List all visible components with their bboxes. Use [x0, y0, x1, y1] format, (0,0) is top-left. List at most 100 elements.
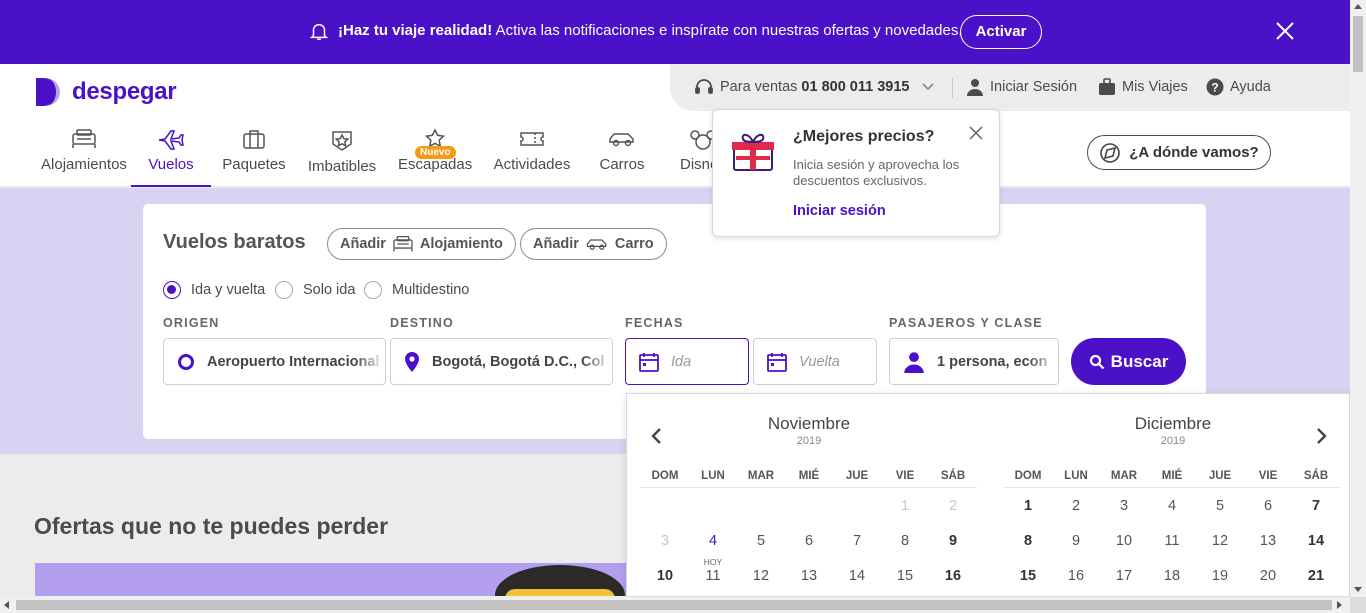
day-cell[interactable]: 17	[1100, 568, 1148, 584]
tab-paquetes[interactable]: Paquetes	[220, 124, 288, 187]
day-cell[interactable]: 8	[881, 533, 929, 549]
day-cell[interactable]: 7	[833, 533, 881, 549]
origin-input[interactable]: Aeropuerto Internacional	[163, 338, 386, 385]
day-cell[interactable]: 12	[1196, 533, 1244, 549]
day-cell[interactable]: 13	[785, 568, 833, 584]
day-cell[interactable]: 8	[1004, 533, 1052, 549]
day-cell[interactable]: 6	[1244, 498, 1292, 514]
weekday-label: JUE	[1208, 470, 1232, 482]
month-grid-november: DOM LUN MAR MIÉ JUE VIE SÁB 1 2 3 4 HOY 5 6 7 8 9 10 11 12 1…	[641, 464, 977, 593]
add-car-button[interactable]: Añadir Carro	[520, 228, 667, 260]
login-link[interactable]: Iniciar Sesión	[966, 78, 1077, 96]
day-cell[interactable]: 19	[1196, 568, 1244, 584]
vertical-scrollbar[interactable]	[1350, 0, 1366, 613]
search-button[interactable]: Buscar	[1071, 338, 1186, 385]
tab-vuelos[interactable]: Vuelos	[131, 124, 211, 187]
bell-icon	[309, 23, 329, 40]
day-cell[interactable]: 21	[1292, 568, 1340, 584]
trip-type-round-trip[interactable]: Ida y vuelta	[163, 281, 265, 299]
day-cell[interactable]: 10	[1100, 533, 1148, 549]
tab-carros[interactable]: Carros	[592, 124, 652, 187]
day-cell[interactable]: 14	[1292, 533, 1340, 549]
help-label: Ayuda	[1230, 79, 1271, 95]
day-cell-today[interactable]: 4 HOY	[689, 533, 737, 567]
day-cell[interactable]: 14	[833, 568, 881, 584]
tab-actividades[interactable]: Actividades	[492, 124, 572, 187]
close-icon[interactable]	[1274, 20, 1296, 42]
my-trips-link[interactable]: Mis Viajes	[1098, 78, 1188, 96]
day-cell[interactable]: 16	[1052, 568, 1100, 584]
sales-phone[interactable]: Para ventas 01 800 011 3915	[694, 78, 941, 96]
day-cell[interactable]: 13	[1244, 533, 1292, 549]
day-cell[interactable]: 1	[1004, 498, 1052, 514]
where-to-button[interactable]: ¿A dónde vamos?	[1087, 135, 1271, 170]
scroll-right-icon[interactable]	[1337, 601, 1342, 609]
tab-escapadas[interactable]: Nuevo Escapadas	[398, 124, 472, 187]
offers-title: Ofertas que no te puedes perder	[34, 513, 389, 539]
day-cell[interactable]: 16	[929, 568, 977, 584]
day-cell[interactable]: 4	[1148, 498, 1196, 514]
text-fade	[1028, 339, 1058, 384]
popover-login-link[interactable]: Iniciar sesión	[793, 203, 886, 219]
site-header: despegar Para ventas 01 800 011 3915 Ini…	[0, 64, 1350, 187]
calendar-week-row: 10 11 12 13 14 15 16	[641, 558, 977, 593]
tab-alojamientos[interactable]: Alojamientos	[34, 124, 134, 187]
add-hotel-button[interactable]: Añadir Alojamiento	[327, 228, 516, 260]
divider	[952, 78, 953, 98]
activate-notifications-button[interactable]: Activar	[960, 15, 1042, 49]
day-cell[interactable]: 11	[689, 568, 737, 584]
tab-imbatibles[interactable]: Imbatibles	[306, 124, 378, 187]
month-grid-december: DOM LUN MAR MIÉ JUE VIE SÁB 1 2 3 4 5 6 7 8 9 10 11 12 13 14…	[1004, 464, 1340, 593]
day-cell[interactable]: 20	[1244, 568, 1292, 584]
tab-label: Imbatibles	[307, 158, 377, 175]
logo[interactable]: despegar	[34, 76, 177, 108]
banner-message: ¡Haz tu viaje realidad! Activa las notif…	[338, 22, 963, 39]
promo-banner-image[interactable]	[35, 563, 635, 596]
search-button-label: Buscar	[1110, 351, 1169, 371]
trip-type-multi[interactable]: Multidestino	[364, 281, 469, 299]
return-date-input[interactable]: Vuelta	[753, 338, 877, 385]
tab-label: Carros	[599, 156, 645, 173]
month-header-november: Noviembre 2019	[639, 414, 979, 447]
day-cell[interactable]: 12	[737, 568, 785, 584]
scroll-down-icon[interactable]	[1354, 587, 1362, 592]
day-cell[interactable]: 15	[1004, 568, 1052, 584]
day-cell[interactable]: 9	[1052, 533, 1100, 549]
scroll-thumb[interactable]	[1353, 16, 1363, 72]
day-cell: 1	[900, 497, 910, 514]
notification-banner: ¡Haz tu viaje realidad! Activa las notif…	[0, 0, 1350, 64]
scroll-left-icon[interactable]	[4, 601, 9, 609]
day-cell[interactable]: 6	[785, 533, 833, 549]
scroll-up-icon[interactable]	[1354, 4, 1362, 9]
day-cell[interactable]: 3	[1100, 498, 1148, 514]
svg-text:?: ?	[1211, 81, 1218, 95]
tab-label: Alojamientos	[41, 156, 127, 173]
day-cell[interactable]: 5	[1196, 498, 1244, 514]
month-name: Noviembre	[767, 414, 851, 433]
day-cell[interactable]: 15	[881, 568, 929, 584]
suitcase-icon	[243, 130, 265, 149]
day-cell[interactable]: 2	[1052, 498, 1100, 514]
plane-icon	[158, 130, 184, 150]
weekday-label: LUN	[1064, 470, 1088, 482]
scroll-thumb[interactable]	[16, 600, 1332, 610]
help-icon: ?	[1206, 78, 1224, 96]
close-icon[interactable]	[969, 126, 983, 140]
day-cell[interactable]: 10	[641, 568, 689, 584]
horizontal-scrollbar[interactable]	[0, 597, 1350, 613]
my-trips-label: Mis Viajes	[1122, 79, 1188, 95]
help-link[interactable]: ? Ayuda	[1206, 78, 1271, 96]
passengers-input[interactable]: 1 persona, econ	[889, 338, 1059, 385]
day-cell[interactable]: 7	[1292, 498, 1340, 514]
day-cell[interactable]: 18	[1148, 568, 1196, 584]
weekday-label: MIÉ	[1161, 470, 1183, 482]
destination-input[interactable]: Bogotá, Bogotá D.C., Col	[390, 338, 613, 385]
headset-icon	[695, 79, 713, 94]
depart-date-input[interactable]: Ida	[625, 338, 749, 385]
radio-unselected	[364, 281, 382, 299]
day-cell[interactable]: 5	[737, 533, 785, 549]
trip-type-one-way[interactable]: Solo ida	[275, 281, 355, 299]
day-cell[interactable]: 11	[1148, 533, 1196, 549]
text-fade	[355, 339, 385, 384]
day-cell[interactable]: 9	[929, 533, 977, 549]
